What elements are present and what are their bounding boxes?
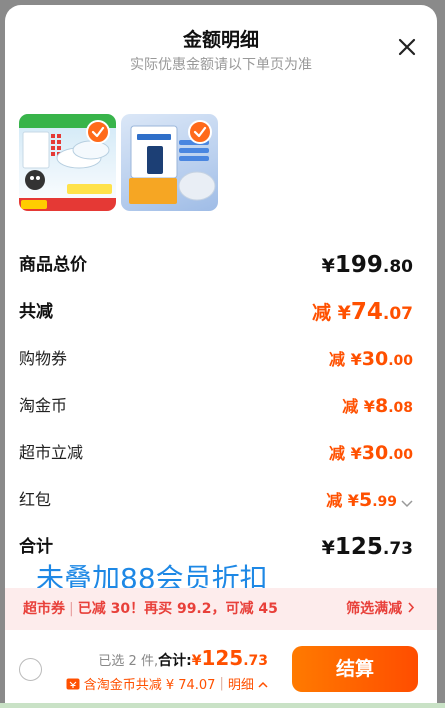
red-packet-value: 减 ¥5.99 [326, 489, 397, 511]
market-discount-row: 超市立减 减 ¥30.00 [19, 439, 413, 467]
coins-row: 淘金币 减 ¥8.08 [19, 392, 413, 420]
bottom-edge-strip [0, 703, 445, 708]
coupon-value: 减 ¥30.00 [329, 348, 413, 370]
amount-detail-sheet: 金额明细 实际优惠金额请以下单页为准 商品总价 ¥199.80 共减 减 ¥74… [5, 5, 437, 708]
product-thumbnail-2[interactable] [121, 114, 218, 211]
filter-discount-link[interactable]: 筛选满减 [346, 588, 415, 630]
coupon-label: 购物券 [19, 349, 68, 368]
detail-toggle[interactable]: 明细 [228, 674, 268, 693]
total-reduction-label: 共减 [19, 302, 53, 322]
checkout-button[interactable]: 结算 [292, 646, 418, 692]
chevron-down-icon[interactable] [401, 494, 413, 513]
market-discount-value: 减 ¥30.00 [329, 442, 413, 464]
total-price-row: 商品总价 ¥199.80 [19, 251, 413, 279]
checkout-bar: 已选 2 件,合计:¥125.73 含淘金币共减 ¥ 74.07 | 明细 结算 [5, 630, 437, 708]
selected-summary: 已选 2 件,合计:¥125.73 [98, 646, 268, 670]
red-packet-row[interactable]: 红包 减 ¥5.99 [19, 486, 413, 514]
sum-value: ¥125.73 [321, 534, 413, 560]
chevron-up-icon [258, 681, 268, 688]
chevron-right-icon [408, 602, 415, 613]
red-packet-label: 红包 [19, 490, 52, 509]
coupon-ticket-icon [66, 678, 80, 689]
selected-check-icon[interactable] [86, 120, 110, 144]
select-all-radio[interactable] [19, 658, 42, 681]
coupon-row: 购物券 减 ¥30.00 [19, 345, 413, 373]
coin-reduction-summary: 含淘金币共减 ¥ 74.07 | 明细 [66, 674, 268, 693]
sheet-subtitle: 实际优惠金额请以下单页为准 [130, 57, 312, 73]
close-icon[interactable] [395, 35, 419, 59]
coupon-banner-text: 超市券 | 已减 30！再买 99.2，可减 45 [23, 601, 278, 617]
total-price-label: 商品总价 [19, 255, 87, 275]
total-reduction-value: 减 ¥74.07 [312, 299, 413, 325]
product-thumbnail-1[interactable] [19, 114, 116, 211]
market-discount-label: 超市立减 [19, 443, 84, 462]
coupon-banner: 超市券 | 已减 30！再买 99.2，可减 45 筛选满减 [5, 588, 437, 630]
selected-check-icon[interactable] [188, 120, 212, 144]
total-reduction-row: 共减 减 ¥74.07 [19, 298, 413, 326]
sheet-title: 金额明细 [182, 29, 259, 51]
coins-value: 减 ¥8.08 [342, 395, 413, 417]
coins-label: 淘金币 [19, 396, 68, 415]
total-price-value: ¥199.80 [321, 252, 413, 278]
